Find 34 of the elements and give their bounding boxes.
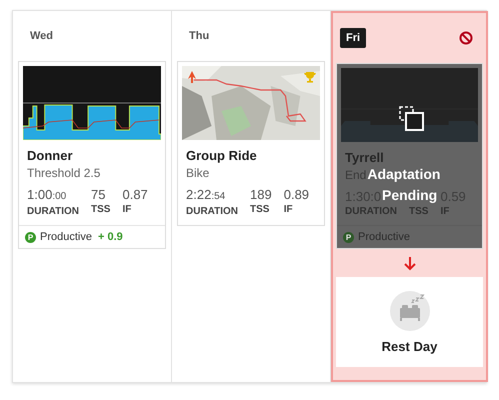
compliance-label: Productive <box>358 231 410 243</box>
metric-label: DURATION <box>27 206 80 217</box>
day-label: Thu <box>189 30 210 42</box>
compliance-delta: + 0.9 <box>98 231 123 243</box>
compliance-label: Productive <box>40 231 92 243</box>
workout-type: Bike <box>186 166 210 180</box>
workout-card[interactable]: Group Ride Bike 2:22:54 DURATION 189 TSS 0.89 IF <box>177 61 325 226</box>
workout-title: Donner <box>27 148 74 163</box>
metric-value: 0.89 <box>284 187 310 203</box>
workout-type: Threshold 2.5 <box>27 166 100 180</box>
status-text: Pending <box>382 187 438 203</box>
rest-day-card[interactable]: Rest Day <box>336 277 483 367</box>
day-label: Fri <box>340 28 366 48</box>
sleeping-bed-icon <box>390 290 430 330</box>
workout-title: Tyrrell <box>345 150 385 165</box>
metric-label: TSS <box>250 204 270 215</box>
down-arrow-icon <box>404 257 416 271</box>
metric-label: IF <box>122 204 132 215</box>
metric-value: 0.87 <box>122 187 148 203</box>
prohibited-icon[interactable] <box>459 31 473 45</box>
metric-label: IF <box>284 204 294 215</box>
metric-value: 2:22:54 <box>186 187 226 204</box>
metric-label: DURATION <box>186 206 238 217</box>
metric-value: 75 <box>91 187 106 203</box>
compliance-badge: P <box>25 232 36 242</box>
replace-icon <box>399 106 425 132</box>
workout-title: Group Ride <box>186 148 258 163</box>
day-label: Wed <box>30 30 54 42</box>
metric-value: 1:00:00 <box>27 187 68 204</box>
rest-day-label: Rest Day <box>382 338 438 354</box>
status-text: Adaptation <box>367 166 440 182</box>
metric-label: TSS <box>91 204 110 215</box>
workout-card[interactable]: Donner Threshold 2.5 1:00:00 DURATION 75 TSS 0.87 IF P Productive + 0.9 <box>18 61 166 249</box>
metric-value: 189 <box>250 187 272 203</box>
